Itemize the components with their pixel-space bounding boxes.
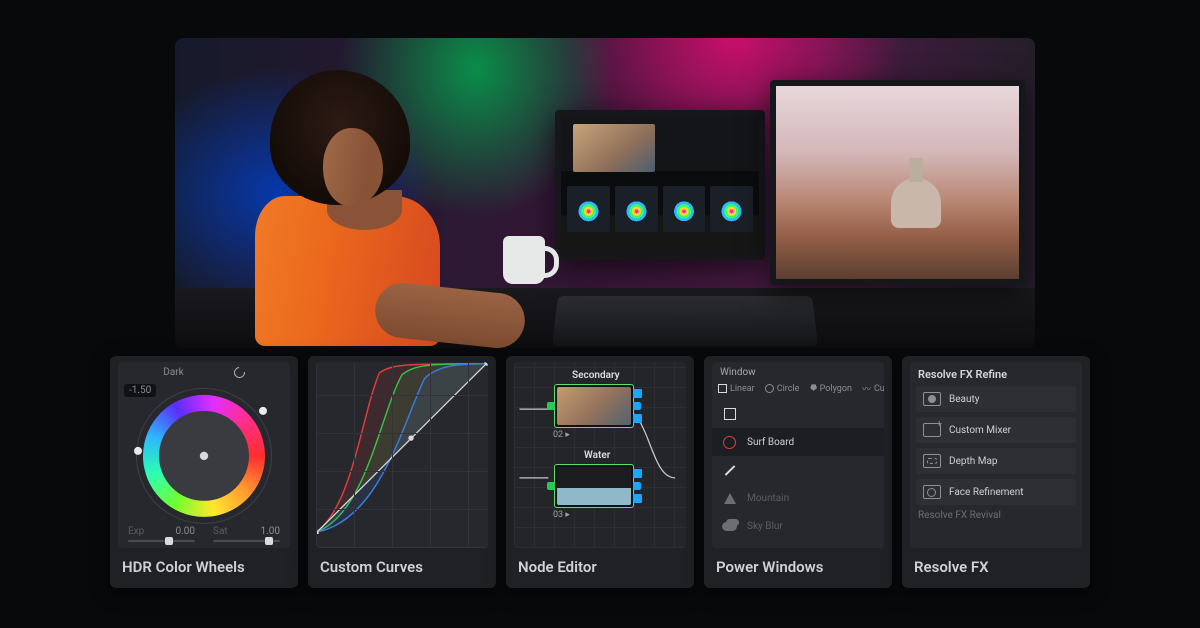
node-port-aux-icon[interactable]: [633, 494, 642, 503]
curve-icon: 〰: [862, 382, 871, 395]
power-row-label: Mountain: [747, 493, 789, 504]
circle-icon: [723, 436, 736, 449]
fx-row-label: Beauty: [949, 394, 980, 405]
panel-title: Custom Curves: [316, 548, 488, 588]
face-icon: [923, 485, 941, 499]
panel-resolve-fx[interactable]: Resolve FX Refine Beauty Custom Mixer De…: [902, 356, 1090, 588]
hdr-color-wheel[interactable]: [143, 395, 265, 517]
power-row-label: Sky Blur: [747, 521, 783, 532]
node-port-aux-icon[interactable]: [633, 414, 642, 423]
panel-title: Power Windows: [712, 548, 884, 588]
wheel-handle-icon[interactable]: [134, 447, 142, 455]
panel-title: Node Editor: [514, 548, 686, 588]
fx-row-label: Depth Map: [949, 456, 998, 467]
power-row-label: Surf Board: [747, 437, 794, 448]
panel-title: Resolve FX: [910, 548, 1082, 588]
hdr-slider-sat[interactable]: [213, 540, 280, 542]
node-number: 02: [553, 430, 563, 440]
pen-icon: [724, 465, 735, 476]
power-row-pen[interactable]: [712, 456, 884, 484]
panel-node-editor[interactable]: Secondary 02 ▸ Water 03 ▸ Node Editor: [506, 356, 694, 588]
node-water[interactable]: 03 ▸: [554, 464, 634, 508]
feature-panel-strip: Dark -1.50 Exp 0.00 Sat: [110, 356, 1090, 588]
power-row-mountain[interactable]: Mountain: [712, 484, 884, 512]
power-row-square[interactable]: [712, 400, 884, 428]
hdr-slider-sat-label: Sat: [213, 526, 228, 537]
hdr-slider-exp-label: Exp: [128, 526, 144, 537]
node-label: Water: [584, 450, 610, 461]
fx-row-label: Face Refinement: [949, 487, 1024, 498]
monitor-preview: [770, 80, 1025, 285]
circle-icon: [765, 384, 774, 393]
node-port-aux-icon[interactable]: [633, 389, 642, 398]
hdr-slider-sat-value: 1.00: [261, 526, 281, 537]
node-port-in-icon[interactable]: [547, 482, 555, 490]
power-tabs: Linear Circle ⯂Polygon 〰Curve: [718, 382, 878, 395]
reset-icon[interactable]: [231, 365, 246, 380]
power-tab-linear[interactable]: Linear: [718, 382, 755, 395]
beauty-icon: [923, 392, 941, 406]
fx-row-label: Custom Mixer: [949, 425, 1011, 436]
panel-title: HDR Color Wheels: [118, 548, 290, 588]
colorist-person: [215, 78, 445, 338]
panel-hdr-color-wheels[interactable]: Dark -1.50 Exp 0.00 Sat: [110, 356, 298, 588]
mixer-icon: [923, 423, 941, 437]
power-tab-circle[interactable]: Circle: [765, 382, 800, 395]
fx-row-custom-mixer[interactable]: Custom Mixer: [916, 417, 1076, 443]
hdr-wheel-name: Dark: [163, 367, 183, 378]
hdr-slider-exp[interactable]: [128, 540, 195, 542]
hdr-slider-exp-value: 0.00: [176, 526, 196, 537]
node-secondary[interactable]: 02 ▸: [554, 384, 634, 428]
fx-subsection-label: Resolve FX Revival: [918, 510, 1001, 521]
node-number: 03: [553, 510, 563, 520]
node-label: Secondary: [572, 370, 620, 381]
coffee-mug: [503, 236, 545, 284]
wheel-handle-icon[interactable]: [259, 407, 267, 415]
grading-panel-hardware: [552, 296, 818, 346]
square-icon: [724, 408, 736, 420]
hdr-badge-value: -1.50: [124, 384, 156, 397]
mountain-icon: [724, 493, 736, 504]
cloud-icon: [722, 522, 737, 531]
power-row-surfboard[interactable]: Surf Board: [712, 428, 884, 456]
power-section-label: Window: [720, 367, 756, 378]
square-icon: [718, 384, 727, 393]
node-port-out-icon[interactable]: [633, 402, 641, 410]
fx-row-beauty[interactable]: Beauty: [916, 386, 1076, 412]
power-row-sky[interactable]: Sky Blur: [712, 512, 884, 540]
hero-banner: [175, 38, 1035, 348]
monitor-ui: [555, 110, 765, 260]
node-port-aux-icon[interactable]: [633, 469, 642, 478]
depth-icon: [923, 454, 941, 468]
fx-section-label: Resolve FX Refine: [918, 368, 1007, 381]
power-tab-polygon[interactable]: ⯂Polygon: [809, 382, 852, 395]
node-port-out-icon[interactable]: [633, 482, 641, 490]
panel-power-windows[interactable]: Window Linear Circle ⯂Polygon 〰Curve Sur…: [704, 356, 892, 588]
panel-custom-curves[interactable]: Custom Curves: [308, 356, 496, 588]
polygon-icon: ⯂: [809, 384, 816, 394]
power-tab-curve[interactable]: 〰Curve: [862, 382, 884, 395]
node-port-in-icon[interactable]: [547, 402, 555, 410]
fx-row-depth-map[interactable]: Depth Map: [916, 448, 1076, 474]
fx-row-face-refinement[interactable]: Face Refinement: [916, 479, 1076, 505]
